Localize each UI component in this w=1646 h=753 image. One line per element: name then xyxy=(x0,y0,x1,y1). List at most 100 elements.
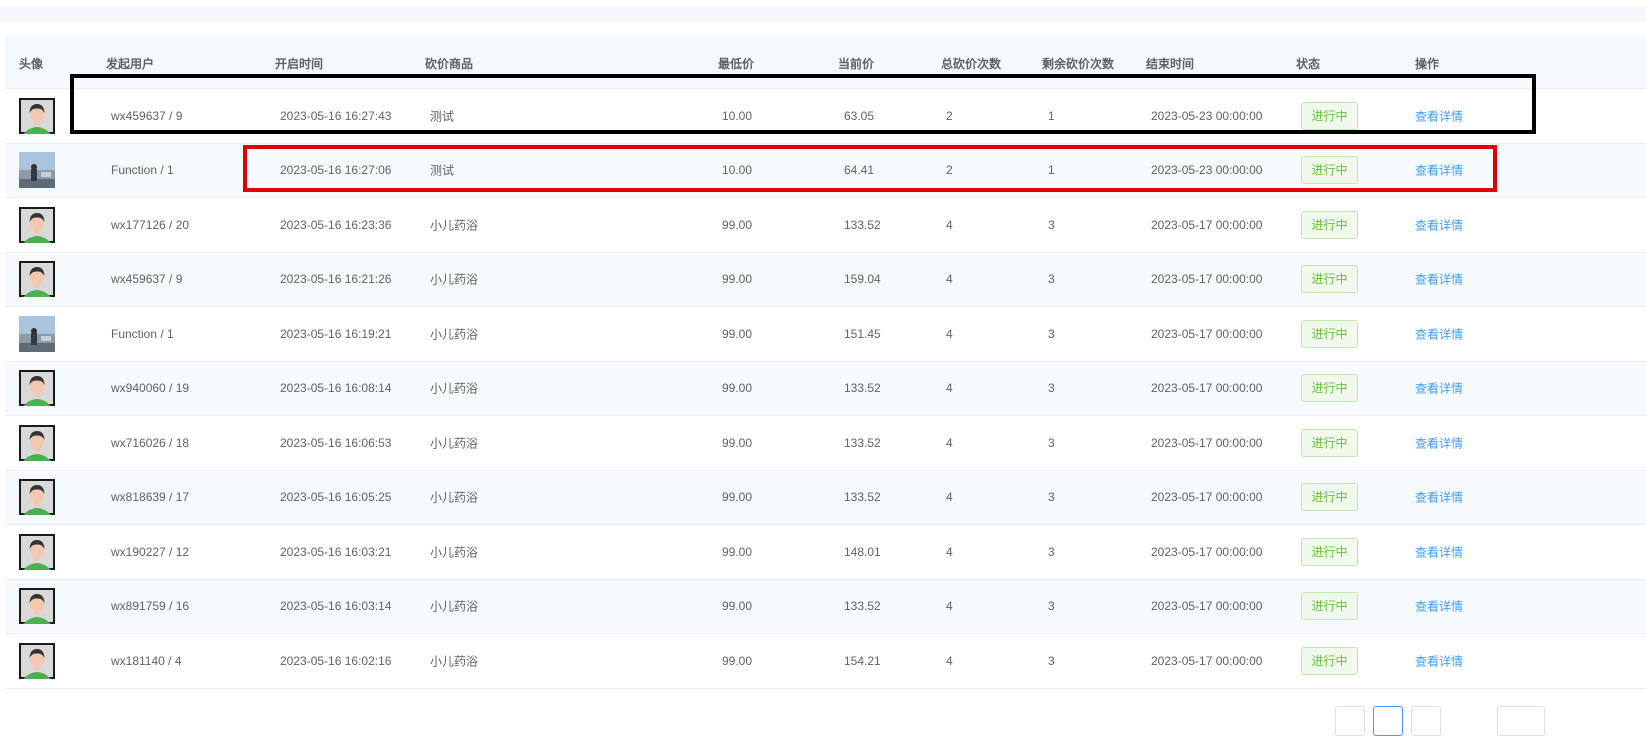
default-avatar-icon xyxy=(19,206,55,243)
cell-remaining-cuts: 3 xyxy=(1048,272,1055,287)
cell-end-time: 2023-05-23 00:00:00 xyxy=(1151,163,1263,178)
default-avatar-icon xyxy=(19,588,55,625)
cell-current-price: 159.04 xyxy=(844,272,881,287)
cell-min-price: 99.00 xyxy=(722,544,753,559)
table-row: wx181140 / 4 2023-05-16 16:02:16 小儿药浴 99… xyxy=(5,634,1646,689)
cell-user: wx177126 / 20 xyxy=(111,217,190,232)
cell-end-time: 2023-05-17 00:00:00 xyxy=(1151,435,1263,450)
view-details-link[interactable]: 查看详情 xyxy=(1415,489,1463,506)
default-avatar-icon xyxy=(19,261,55,298)
cell-start-time: 2023-05-16 16:02:16 xyxy=(280,653,392,668)
view-details-link[interactable]: 查看详情 xyxy=(1415,652,1463,669)
view-details-link[interactable]: 查看详情 xyxy=(1415,598,1463,615)
pagination-next-button[interactable] xyxy=(1411,706,1441,736)
cell-min-price: 10.00 xyxy=(722,108,753,123)
col-header-start-time: 开启时间 xyxy=(275,57,324,71)
cell-min-price: 99.00 xyxy=(722,272,753,287)
avatar xyxy=(19,206,55,243)
table-row: wx190227 / 12 2023-05-16 16:03:21 小儿药浴 9… xyxy=(5,525,1646,580)
cell-product: 小儿药浴 xyxy=(430,436,479,451)
cell-end-time: 2023-05-17 00:00:00 xyxy=(1151,544,1263,559)
default-avatar-icon xyxy=(19,97,55,134)
status-badge: 进行中 xyxy=(1301,483,1358,512)
avatar xyxy=(19,152,55,189)
table-row: wx818639 / 17 2023-05-16 16:05:25 小儿药浴 9… xyxy=(5,470,1646,525)
top-bar xyxy=(0,6,1646,22)
table-row: Function / 1 2023-05-16 16:19:21 小儿药浴 99… xyxy=(5,307,1646,362)
table-body: wx459637 / 9 2023-05-16 16:27:43 测试 10.0… xyxy=(5,89,1646,689)
cell-user: Function / 1 xyxy=(111,163,174,178)
col-header-avatar: 头像 xyxy=(19,57,44,71)
cell-user: wx818639 / 17 xyxy=(111,490,190,505)
cell-product: 小儿药浴 xyxy=(430,381,479,396)
table-header: 头像 发起用户 开启时间 砍价商品 最低价 当前价 总砍价次数 剩余砍价次数 结… xyxy=(5,36,1646,89)
cell-product: 小儿药浴 xyxy=(430,545,479,560)
cell-current-price: 133.52 xyxy=(844,217,881,232)
default-avatar-icon xyxy=(19,370,55,407)
view-details-link[interactable]: 查看详情 xyxy=(1415,216,1463,233)
cell-remaining-cuts: 1 xyxy=(1048,108,1055,123)
col-header-user: 发起用户 xyxy=(106,57,155,71)
cell-current-price: 133.52 xyxy=(844,490,881,505)
cell-current-price: 133.52 xyxy=(844,381,881,396)
col-header-current-price: 当前价 xyxy=(838,57,875,71)
view-details-link[interactable]: 查看详情 xyxy=(1415,380,1463,397)
view-details-link[interactable]: 查看详情 xyxy=(1415,162,1463,179)
cell-total-cuts: 4 xyxy=(946,599,953,614)
cell-start-time: 2023-05-16 16:19:21 xyxy=(280,326,392,341)
cell-total-cuts: 4 xyxy=(946,490,953,505)
cell-start-time: 2023-05-16 16:27:06 xyxy=(280,163,392,178)
bargain-records-table: 头像 发起用户 开启时间 砍价商品 最低价 当前价 总砍价次数 剩余砍价次数 结… xyxy=(5,36,1646,689)
cell-end-time: 2023-05-17 00:00:00 xyxy=(1151,490,1263,505)
cell-start-time: 2023-05-16 16:03:21 xyxy=(280,544,392,559)
cell-total-cuts: 2 xyxy=(946,163,953,178)
status-badge: 进行中 xyxy=(1301,592,1358,621)
col-header-end-time: 结束时间 xyxy=(1146,57,1195,71)
cell-remaining-cuts: 1 xyxy=(1048,163,1055,178)
table-row: wx891759 / 16 2023-05-16 16:03:14 小儿药浴 9… xyxy=(5,579,1646,634)
cell-total-cuts: 4 xyxy=(946,381,953,396)
pagination-prev-button[interactable] xyxy=(1335,706,1365,736)
cell-min-price: 99.00 xyxy=(722,381,753,396)
cell-end-time: 2023-05-23 00:00:00 xyxy=(1151,108,1263,123)
avatar xyxy=(19,533,55,570)
default-avatar-icon xyxy=(19,533,55,570)
avatar xyxy=(19,97,55,134)
cell-total-cuts: 4 xyxy=(946,435,953,450)
status-badge: 进行中 xyxy=(1301,374,1358,403)
view-details-link[interactable]: 查看详情 xyxy=(1415,325,1463,342)
status-badge: 进行中 xyxy=(1301,537,1358,566)
default-avatar-icon xyxy=(19,424,55,461)
cell-remaining-cuts: 3 xyxy=(1048,326,1055,341)
cell-current-price: 151.45 xyxy=(844,326,881,341)
cell-remaining-cuts: 3 xyxy=(1048,217,1055,232)
view-details-link[interactable]: 查看详情 xyxy=(1415,271,1463,288)
status-badge: 进行中 xyxy=(1301,210,1358,239)
cell-end-time: 2023-05-17 00:00:00 xyxy=(1151,653,1263,668)
cell-user: wx181140 / 4 xyxy=(111,653,182,668)
cell-user: wx716026 / 18 xyxy=(111,435,190,450)
table-row: wx459637 / 9 2023-05-16 16:21:26 小儿药浴 99… xyxy=(5,252,1646,307)
cell-remaining-cuts: 3 xyxy=(1048,435,1055,450)
cell-total-cuts: 4 xyxy=(946,326,953,341)
view-details-link[interactable]: 查看详情 xyxy=(1415,107,1463,124)
status-badge: 进行中 xyxy=(1301,265,1358,294)
cell-total-cuts: 4 xyxy=(946,217,953,232)
cell-remaining-cuts: 3 xyxy=(1048,599,1055,614)
default-avatar-icon xyxy=(19,642,55,679)
cell-start-time: 2023-05-16 16:03:14 xyxy=(280,599,392,614)
pagination-jump-input[interactable] xyxy=(1497,706,1545,736)
status-badge: 进行中 xyxy=(1301,428,1358,457)
cell-start-time: 2023-05-16 16:23:36 xyxy=(280,217,392,232)
table-row: wx940060 / 19 2023-05-16 16:08:14 小儿药浴 9… xyxy=(5,361,1646,416)
cell-remaining-cuts: 3 xyxy=(1048,544,1055,559)
table-row: wx177126 / 20 2023-05-16 16:23:36 小儿药浴 9… xyxy=(5,198,1646,253)
avatar xyxy=(19,642,55,679)
view-details-link[interactable]: 查看详情 xyxy=(1415,543,1463,560)
pagination-page-button[interactable] xyxy=(1373,706,1403,736)
view-details-link[interactable]: 查看详情 xyxy=(1415,434,1463,451)
cell-total-cuts: 4 xyxy=(946,272,953,287)
cell-current-price: 133.52 xyxy=(844,435,881,450)
cell-end-time: 2023-05-17 00:00:00 xyxy=(1151,381,1263,396)
avatar xyxy=(19,479,55,516)
